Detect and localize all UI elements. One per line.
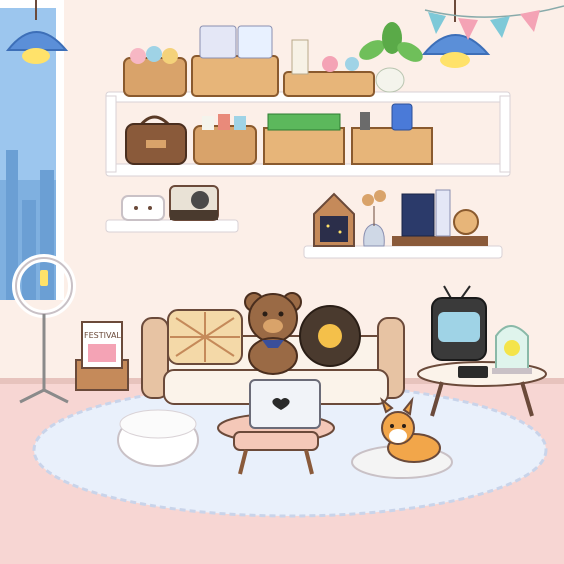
white-pouf[interactable] bbox=[117, 409, 199, 467]
leather-handbag[interactable] bbox=[125, 115, 187, 165]
laptop-icon[interactable] bbox=[249, 379, 321, 429]
money-crate[interactable] bbox=[263, 113, 345, 165]
magazine-title: FESTIVAL bbox=[84, 331, 121, 340]
small-shelf-right bbox=[303, 245, 503, 259]
storage-basket[interactable] bbox=[191, 25, 279, 97]
yarn-basket[interactable] bbox=[123, 46, 187, 97]
tissue-box[interactable] bbox=[121, 195, 165, 221]
magazine-rack[interactable]: FESTIVAL bbox=[75, 321, 129, 391]
flower-pillow[interactable] bbox=[299, 305, 361, 367]
instant-camera[interactable] bbox=[169, 185, 219, 221]
checkered-pillow[interactable] bbox=[167, 309, 243, 365]
room-scene: FESTIVAL bbox=[0, 0, 564, 564]
teddy-bear-icon[interactable] bbox=[244, 292, 302, 375]
small-shelf-left bbox=[105, 219, 239, 233]
glass-dome-light[interactable] bbox=[492, 325, 532, 374]
